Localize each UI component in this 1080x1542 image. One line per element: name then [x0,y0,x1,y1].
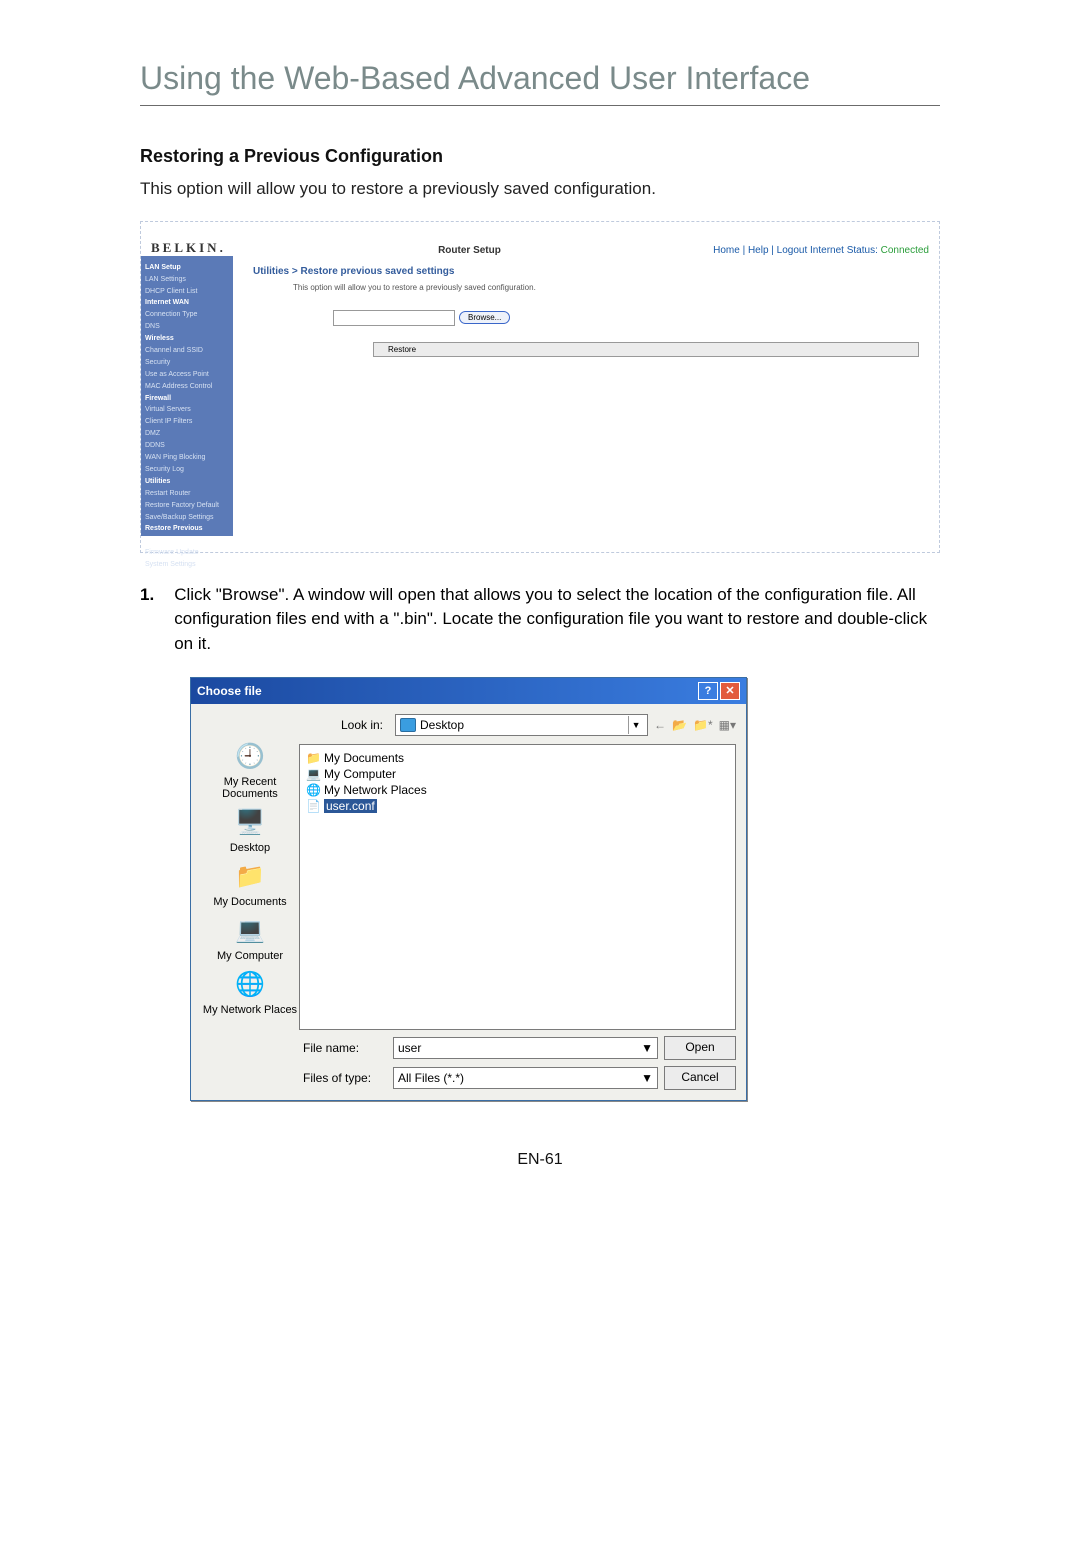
sidebar-item[interactable]: Firmware Update [145,547,229,559]
browse-button[interactable]: Browse... [459,311,510,324]
close-icon[interactable]: ✕ [720,682,740,700]
sidebar-item[interactable]: Virtual Servers [145,404,229,416]
sidebar-item[interactable]: Restore Factory Default [145,500,229,512]
chevron-down-icon[interactable]: ▼ [628,716,643,734]
section-heading: Restoring a Previous Configuration [140,146,940,167]
sidebar-item[interactable]: Client IP Filters [145,416,229,428]
dialog-title: Choose file [197,684,262,698]
sidebar-item[interactable]: Connection Type [145,309,229,321]
sidebar-item[interactable]: DNS [145,321,229,333]
place-label: Desktop [230,842,270,854]
sidebar-item[interactable]: Use as Access Point [145,369,229,381]
computer-icon: 💻 [233,914,267,948]
sidebar-item-active[interactable]: Restore Previous Settings [145,523,229,547]
file-path-input[interactable] [333,310,455,326]
sidebar-header: Firewall [145,393,229,405]
sidebar-header: Wireless [145,333,229,345]
newfolder-icon[interactable]: 📁* [693,718,713,732]
sidebar-item[interactable]: LAN Settings [145,274,229,286]
restore-button[interactable]: Restore [373,342,919,357]
sidebar-item[interactable]: System Settings [145,559,229,571]
places-recent[interactable]: 🕘 My Recent Documents [201,740,299,800]
places-documents[interactable]: 📁 My Documents [213,860,286,908]
sidebar-item[interactable]: Restart Router [145,488,229,500]
sidebar-item[interactable]: Security Log [145,464,229,476]
filename-label: File name: [299,1041,387,1055]
breadcrumb: Utilities > Restore previous saved setti… [253,266,919,277]
sidebar-header: LAN Setup [145,262,229,274]
folder-icon: 📁 [306,751,320,765]
page-title: Using the Web-Based Advanced User Interf… [140,60,940,97]
brand-logo: BELKIN. [151,240,226,256]
filetype-select[interactable]: All Files (*.*) ▼ [393,1067,658,1089]
back-icon[interactable]: ← [654,718,666,732]
lookin-select[interactable]: Desktop ▼ [395,714,648,736]
router-setup-label: Router Setup [438,245,501,256]
page-number: EN-61 [140,1151,940,1169]
places-network[interactable]: 🌐 My Network Places [203,968,297,1016]
file-icon: 📄 [306,799,320,813]
recent-icon: 🕘 [233,740,267,774]
viewmenu-icon[interactable]: ▦▾ [719,718,736,732]
status-line: Home | Help | Logout Internet Status: Co… [713,245,929,256]
restore-subtext: This option will allow you to restore a … [253,283,919,292]
sidebar-item[interactable]: Channel and SSID [145,345,229,357]
header-links[interactable]: Home | Help | Logout Internet Status: [713,245,878,256]
sidebar-item[interactable]: DHCP Client List [145,286,229,298]
place-label: My Recent Documents [201,776,299,800]
cancel-button[interactable]: Cancel [664,1066,736,1090]
list-item[interactable]: 🌐My Network Places [306,783,729,797]
place-label: My Computer [217,950,283,962]
up-icon[interactable]: 📂 [672,718,687,732]
divider [140,105,940,106]
file-list[interactable]: 📁My Documents 💻My Computer 🌐My Network P… [299,744,736,1030]
sidebar-header: Internet WAN [145,297,229,309]
chevron-down-icon[interactable]: ▼ [641,1041,653,1055]
open-button[interactable]: Open [664,1036,736,1060]
sidebar-item[interactable]: MAC Address Control [145,381,229,393]
sidebar-item[interactable]: Security [145,357,229,369]
connection-status: Connected [881,245,929,256]
sidebar-item[interactable]: Save/Backup Settings [145,512,229,524]
place-label: My Documents [213,896,286,908]
network-icon: 🌐 [306,783,320,797]
list-item[interactable]: 💻My Computer [306,767,729,781]
desktop-small-icon [400,718,416,732]
places-desktop[interactable]: 🖥️ Desktop [230,806,270,854]
help-icon[interactable]: ? [698,682,718,700]
sidebar: LAN Setup LAN Settings DHCP Client List … [141,256,233,536]
sidebar-header: Utilities [145,476,229,488]
desktop-icon: 🖥️ [233,806,267,840]
filetype-label: Files of type: [299,1071,387,1085]
computer-icon: 💻 [306,767,320,781]
place-label: My Network Places [203,1004,297,1016]
sidebar-item[interactable]: WAN Ping Blocking [145,452,229,464]
sidebar-item[interactable]: DDNS [145,440,229,452]
list-item-selected[interactable]: 📄user.conf [306,799,729,813]
lookin-label: Look in: [299,718,389,732]
choose-file-dialog: Choose file ? ✕ 🕘 My Recent Documents 🖥️… [190,677,747,1101]
step-text: Click "Browse". A window will open that … [174,583,940,657]
list-item[interactable]: 📁My Documents [306,751,729,765]
documents-icon: 📁 [233,860,267,894]
network-icon: 🌐 [233,968,267,1002]
chevron-down-icon[interactable]: ▼ [641,1071,653,1085]
places-computer[interactable]: 💻 My Computer [217,914,283,962]
router-screenshot: BELKIN. Router Setup Home | Help | Logou… [140,221,940,553]
intro-text: This option will allow you to restore a … [140,177,940,201]
lookin-value: Desktop [420,718,464,732]
filename-input[interactable]: user ▼ [393,1037,658,1059]
sidebar-item[interactable]: DMZ [145,428,229,440]
step-number: 1. [140,583,154,657]
